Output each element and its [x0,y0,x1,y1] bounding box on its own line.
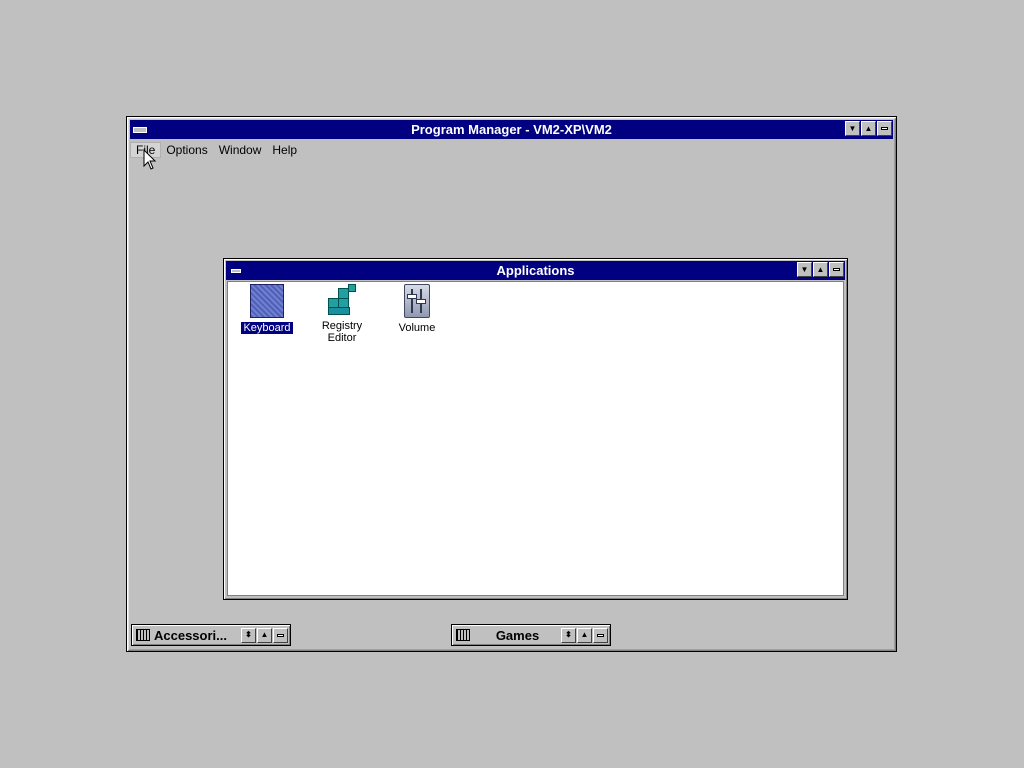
menu-help[interactable]: Help [267,143,302,157]
group-maximize-button[interactable]: ▲ [577,627,592,643]
mdi-workspace: Applications ▼ ▲ Keyboard Registry Edito… [130,159,893,648]
program-manager-title: Program Manager - VM2-XP\VM2 [411,122,612,137]
group-control-button[interactable] [829,262,844,277]
group-maximize-button[interactable]: ▲ [257,627,272,643]
volume-icon [404,284,430,318]
keyboard-icon [250,284,284,318]
keyboard-item[interactable]: Keyboard [229,284,305,335]
group-minimize-button[interactable]: ▼ [797,262,812,277]
control-box-button[interactable] [877,121,892,136]
program-manager-titlebar[interactable]: Program Manager - VM2-XP\VM2 ▼ ▲ [130,120,893,139]
group-label: Accessori... [154,627,227,643]
registry-editor-icon [326,284,358,316]
registry-editor-label: Registry Editor [321,320,363,344]
group-control-button[interactable] [273,627,288,643]
group-maximize-button[interactable]: ▲ [813,262,828,277]
minimized-group-accessories[interactable]: Accessori... ⬍ ▲ [131,624,291,646]
applications-titlebar[interactable]: Applications ▼ ▲ [226,261,845,280]
volume-label: Volume [398,322,436,334]
group-restore-button[interactable]: ⬍ [241,627,256,643]
applications-title: Applications [496,263,575,278]
applications-group-window[interactable]: Applications ▼ ▲ Keyboard Registry Edito… [223,258,848,600]
group-restore-button[interactable]: ⬍ [561,627,576,643]
menu-bar: File Options Window Help [129,140,893,159]
keyboard-label: Keyboard [240,321,294,335]
program-group-icon [136,629,150,641]
group-system-menu-icon[interactable] [226,261,245,280]
group-control-button[interactable] [593,627,608,643]
system-menu-icon[interactable] [130,120,149,139]
program-manager-window[interactable]: Program Manager - VM2-XP\VM2 ▼ ▲ File Op… [126,116,897,652]
program-group-icon [456,629,470,641]
maximize-button[interactable]: ▲ [861,121,876,136]
registry-editor-item[interactable]: Registry Editor [304,284,380,344]
menu-window[interactable]: Window [214,143,267,157]
volume-item[interactable]: Volume [379,284,455,334]
menu-options[interactable]: Options [161,143,212,157]
mouse-pointer-icon [143,149,157,170]
minimized-group-games[interactable]: Games ⬍ ▲ [451,624,611,646]
applications-client-area: Keyboard Registry Editor Volume [227,281,844,596]
minimize-button[interactable]: ▼ [845,121,860,136]
group-label: Games [495,627,540,643]
